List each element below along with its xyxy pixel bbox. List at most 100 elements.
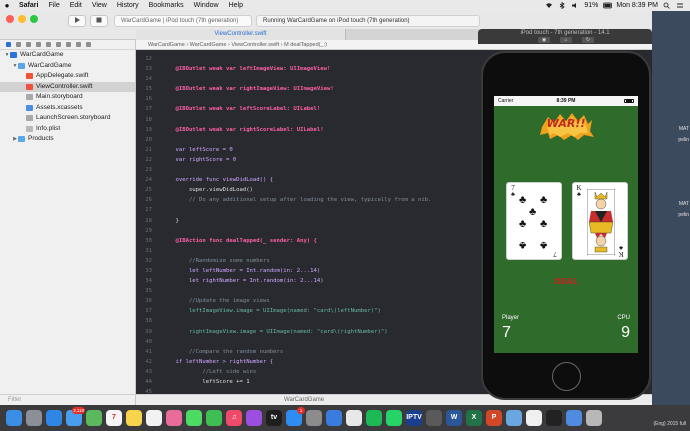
navigator-filter-field[interactable]: Filter	[0, 394, 136, 405]
code-text: leftImageView.image = UIImage(named: "ca…	[162, 308, 381, 315]
line-number: 24	[145, 177, 152, 184]
zoom-window-button[interactable]	[30, 15, 38, 23]
app-store-icon[interactable]: 1	[286, 407, 305, 426]
stop-button[interactable]	[90, 15, 108, 27]
navigator-item[interactable]: LaunchScreen.storyboard	[0, 113, 135, 124]
word-icon[interactable]: W	[446, 410, 462, 426]
bluetooth-icon[interactable]	[558, 1, 566, 10]
music-icon[interactable]: ♫	[226, 410, 242, 426]
finder-icon[interactable]	[6, 410, 22, 426]
minimize-window-button[interactable]	[18, 15, 26, 23]
navigator-item[interactable]: ▶ Products	[0, 134, 135, 145]
code-text: let leftNumber = Int.random(in: 2...14)	[162, 267, 321, 274]
dock-icon-glyph: X	[471, 414, 477, 421]
scheme-selector[interactable]: WarCardGame | iPod touch (7th generation…	[114, 15, 252, 27]
tv-icon[interactable]: tv	[266, 410, 282, 426]
breakpoint-icon[interactable]	[76, 42, 81, 47]
facetime-icon[interactable]	[206, 410, 222, 426]
notes-icon[interactable]	[126, 410, 142, 426]
iptv-icon[interactable]: IPTV	[406, 410, 422, 426]
battery-percent: 91%	[584, 2, 599, 9]
menu-edit[interactable]: Edit	[65, 2, 87, 9]
ios-status-bar: Carrier 8:39 PM	[494, 96, 638, 106]
home-button[interactable]	[552, 362, 581, 391]
code-text: //Compare the random numbers	[162, 348, 284, 355]
player-label: Player	[502, 315, 520, 321]
code-text: rightImageView.image = UIImage(named: "c…	[162, 328, 388, 335]
menu-help[interactable]: Help	[224, 2, 248, 9]
deal-button[interactable]: DEAL	[546, 276, 586, 288]
wifi-icon[interactable]	[545, 2, 553, 9]
test-icon[interactable]	[56, 42, 61, 47]
photos-icon[interactable]	[166, 410, 182, 426]
navigator-item[interactable]: ▼ WarCardGame	[0, 61, 135, 72]
rotate-icon[interactable]: ↻	[582, 37, 594, 43]
simulator-titlebar[interactable]: iPod touch - 7th generation - 14.1 ◉ ⌂ ↻	[478, 29, 652, 44]
tab-viewcontroller[interactable]: ViewController.swift	[136, 29, 346, 40]
navigator-item[interactable]: Assets.xcassets	[0, 103, 135, 114]
code-text: let rightNumber = Int.random(in: 2...14)	[162, 278, 324, 285]
screenshot-icon[interactable]: ◉	[538, 37, 550, 43]
debug-icon[interactable]	[66, 42, 71, 47]
menu-file[interactable]: File	[43, 2, 64, 9]
code-text: //Randomize some numbers	[162, 257, 270, 264]
maps-icon[interactable]	[86, 410, 102, 426]
messages-icon[interactable]	[186, 410, 202, 426]
mail-icon[interactable]: 3,119	[66, 407, 85, 426]
symbol-icon[interactable]	[26, 42, 31, 47]
reminders-icon[interactable]	[146, 410, 162, 426]
battery-icon[interactable]	[603, 2, 613, 9]
line-number: 28	[145, 217, 152, 224]
excel-icon[interactable]: X	[466, 410, 482, 426]
powerpoint-icon[interactable]: P	[486, 410, 502, 426]
downloads-icon[interactable]	[566, 410, 582, 426]
apple-menu-icon[interactable]: ●	[0, 1, 14, 10]
xcode-icon[interactable]	[326, 410, 342, 426]
home-icon[interactable]: ⌂	[560, 37, 572, 43]
menu-bookmarks[interactable]: Bookmarks	[144, 2, 189, 9]
menu-window[interactable]: Window	[189, 2, 224, 9]
assets-icon	[26, 104, 33, 111]
textedit-icon[interactable]	[526, 410, 542, 426]
code-text: @IBOutlet weak var rightScoreLabel: UILa…	[162, 126, 324, 133]
navigator-item[interactable]: Main.storyboard	[0, 92, 135, 103]
volume-icon[interactable]	[571, 2, 579, 9]
chrome-icon[interactable]	[346, 410, 362, 426]
spotify-icon[interactable]	[366, 410, 382, 426]
navigator-item[interactable]: ViewController.swift	[0, 81, 135, 92]
launchpad-icon[interactable]	[26, 410, 42, 426]
podcasts-icon[interactable]	[246, 410, 262, 426]
navigator-item[interactable]: Info.plist	[0, 124, 135, 135]
project-icon	[10, 52, 17, 59]
line-number: 39	[145, 328, 152, 335]
menu-view[interactable]: View	[87, 2, 112, 9]
find-icon[interactable]	[36, 42, 41, 47]
system-preferences-icon[interactable]	[306, 410, 322, 426]
navigator-item-label: ViewController.swift	[36, 82, 93, 90]
navigator-item[interactable]: AppDelegate.swift	[0, 71, 135, 82]
menu-history[interactable]: History	[112, 2, 144, 9]
navigator-item[interactable]: ▼ WarCardGame	[0, 50, 135, 61]
run-button[interactable]	[68, 15, 86, 27]
report-icon[interactable]	[86, 42, 91, 47]
code-text: //Left side wins	[162, 368, 257, 375]
folder-icon[interactable]	[6, 42, 11, 47]
line-number: 36	[145, 298, 152, 305]
source-control-icon[interactable]	[16, 42, 21, 47]
whatsapp-icon[interactable]	[386, 410, 402, 426]
ios-battery-icon	[624, 99, 634, 103]
terminal-icon[interactable]	[546, 410, 562, 426]
safari-icon[interactable]	[46, 410, 62, 426]
menubar-clock[interactable]: Mon 8:39 PM	[616, 2, 658, 9]
menu-app-name[interactable]: Safari	[14, 2, 43, 9]
close-window-button[interactable]	[6, 15, 14, 23]
calendar-icon[interactable]: 7	[106, 410, 122, 426]
trash-icon[interactable]	[586, 410, 602, 426]
control-center-icon[interactable]	[676, 2, 684, 9]
line-number: 26	[145, 197, 152, 204]
navigator-item-label: Products	[28, 135, 54, 142]
warning-icon[interactable]	[46, 42, 51, 47]
preview-icon[interactable]	[506, 410, 522, 426]
search-icon[interactable]	[663, 2, 671, 9]
simulator-icon[interactable]	[426, 410, 442, 426]
